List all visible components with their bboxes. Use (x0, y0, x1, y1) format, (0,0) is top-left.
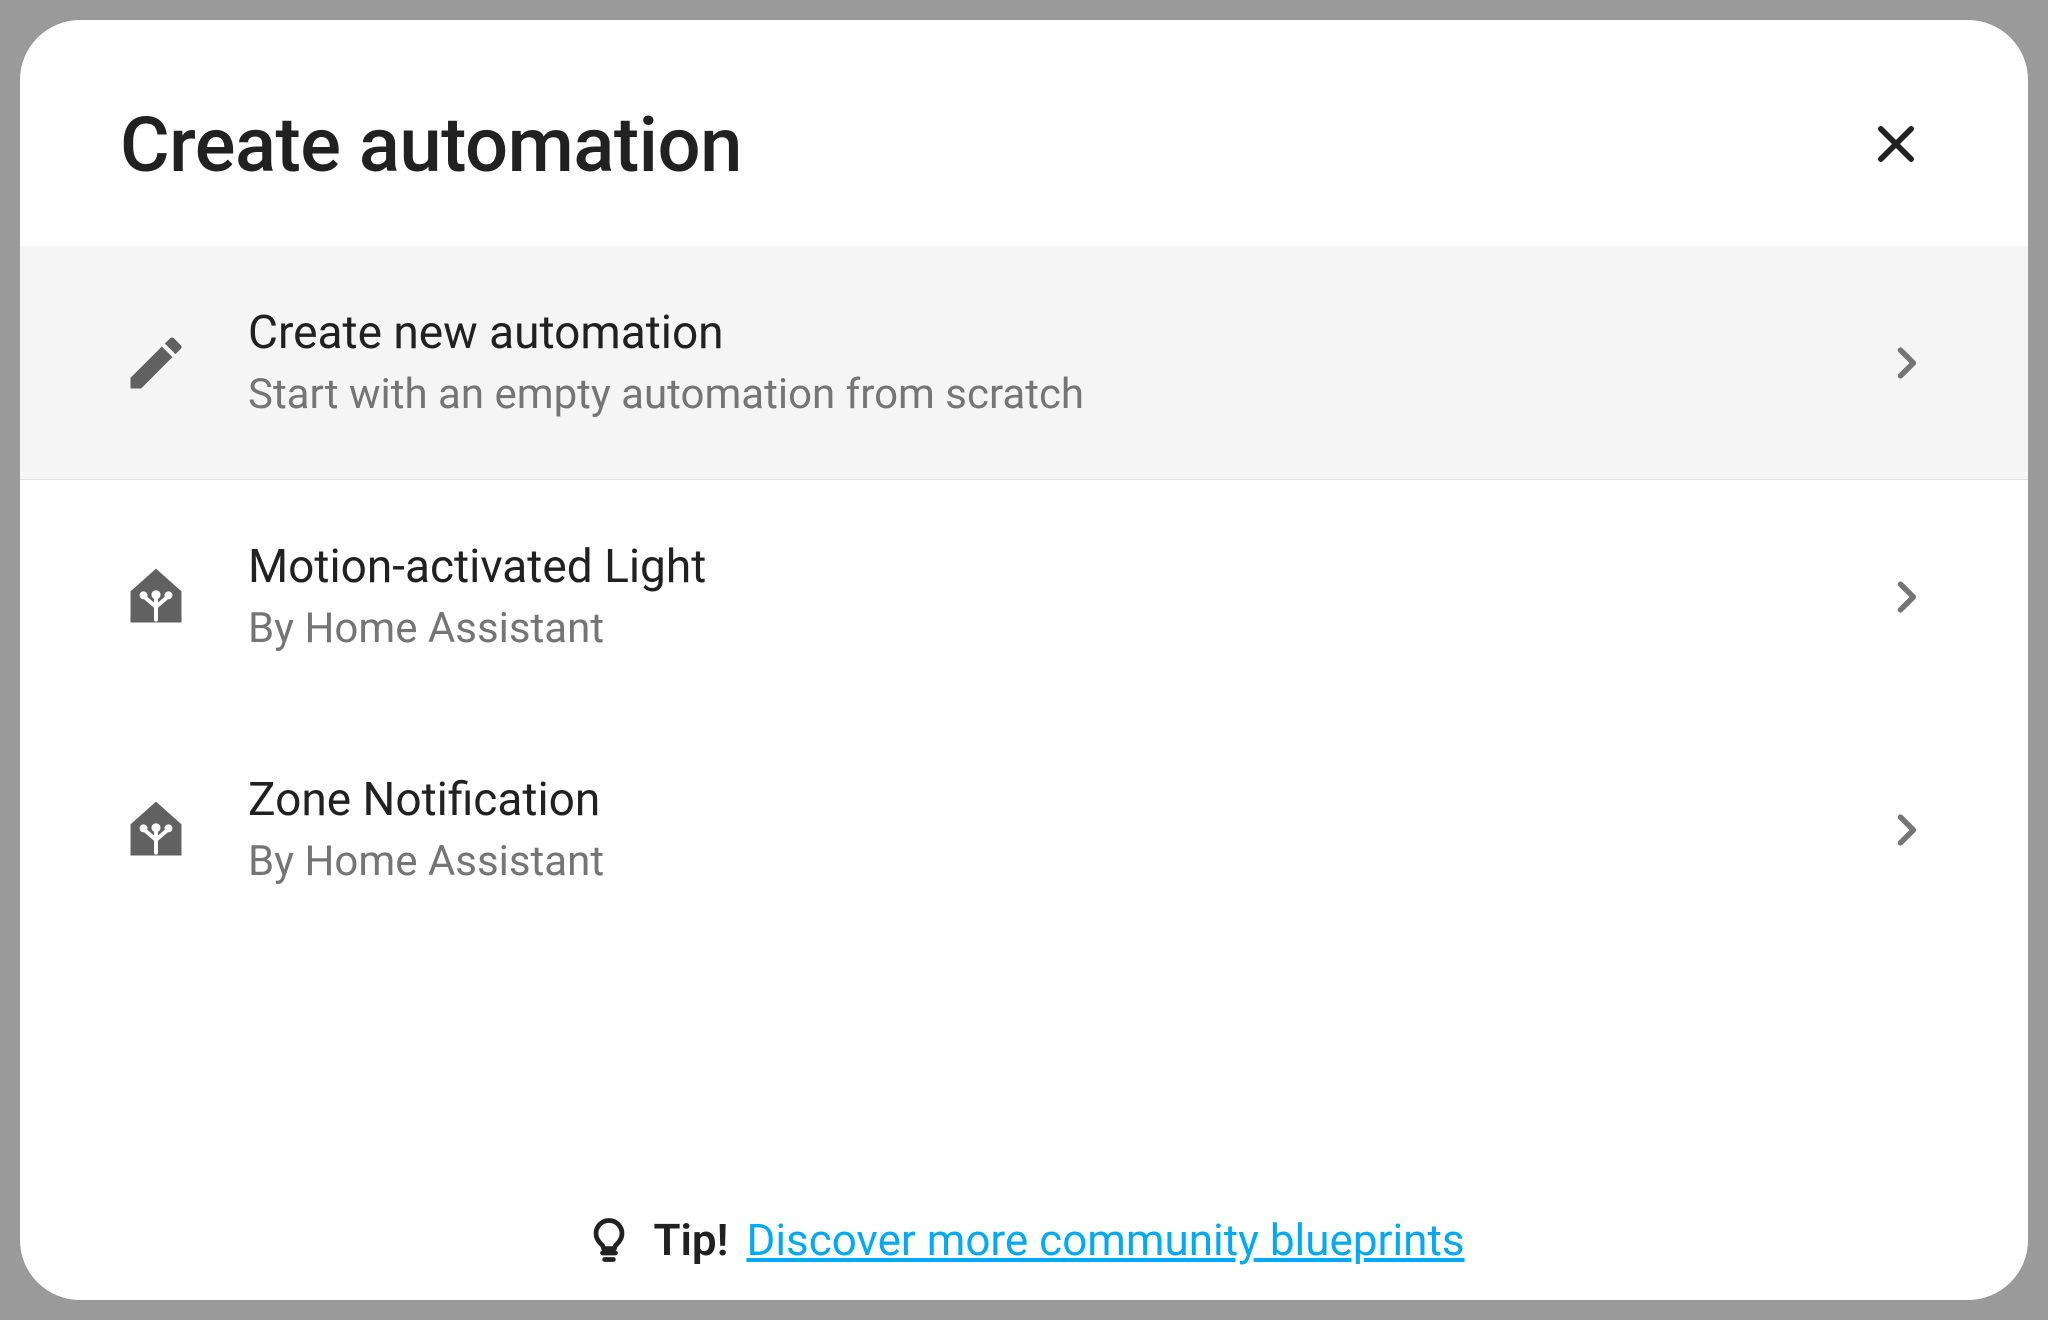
lightbulb-icon (583, 1214, 635, 1266)
close-button[interactable] (1864, 113, 1928, 177)
close-icon (1870, 118, 1922, 173)
home-assistant-icon (120, 561, 192, 633)
home-assistant-icon (120, 794, 192, 866)
option-title: Motion-activated Light (248, 540, 1828, 594)
option-title: Zone Notification (248, 773, 1828, 827)
dialog-header: Create automation (20, 20, 2028, 246)
chevron-right-icon (1884, 808, 1928, 852)
option-subtitle: By Home Assistant (248, 604, 1828, 653)
option-text: Create new automation Start with an empt… (248, 306, 1828, 419)
option-create-new-automation[interactable]: Create new automation Start with an empt… (20, 246, 2028, 480)
chevron-right-icon (1884, 341, 1928, 385)
automation-options-list: Create new automation Start with an empt… (20, 246, 2028, 1186)
chevron-right-icon (1884, 575, 1928, 619)
option-text: Zone Notification By Home Assistant (248, 773, 1828, 886)
pencil-icon (120, 327, 192, 399)
create-automation-dialog: Create automation Create new automation … (20, 20, 2028, 1300)
option-motion-activated-light[interactable]: Motion-activated Light By Home Assistant (20, 480, 2028, 713)
option-subtitle: By Home Assistant (248, 837, 1828, 886)
option-subtitle: Start with an empty automation from scra… (248, 370, 1828, 419)
tip-label: Tip! (653, 1214, 728, 1266)
discover-blueprints-link[interactable]: Discover more community blueprints (746, 1214, 1464, 1266)
option-title: Create new automation (248, 306, 1828, 360)
dialog-title: Create automation (120, 100, 742, 190)
tip-bar: Tip! Discover more community blueprints (20, 1186, 2028, 1300)
option-zone-notification[interactable]: Zone Notification By Home Assistant (20, 713, 2028, 946)
option-text: Motion-activated Light By Home Assistant (248, 540, 1828, 653)
